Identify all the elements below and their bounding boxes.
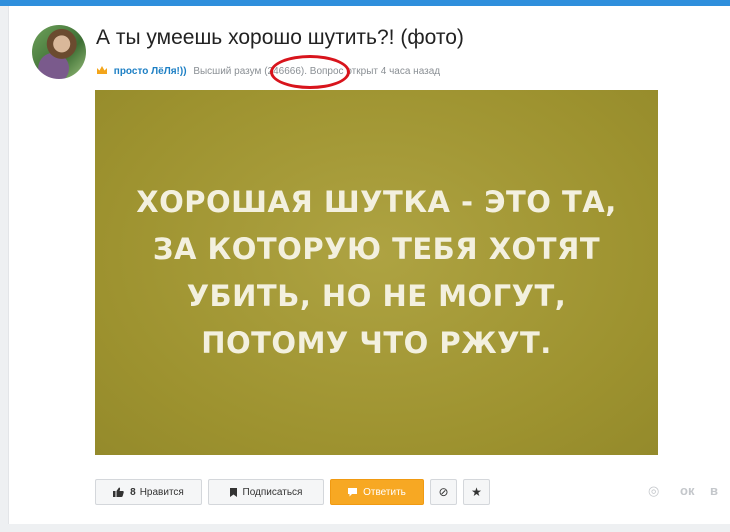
favorite-button[interactable]: ★	[463, 479, 490, 505]
like-button[interactable]: 8 Нравится	[95, 479, 202, 505]
answer-button[interactable]: Ответить	[330, 479, 424, 505]
star-icon: ★	[471, 485, 482, 499]
hide-button[interactable]: ⊘	[430, 479, 457, 505]
share-odnoklassniki-icon[interactable]: ок	[680, 483, 694, 498]
red-annotation-circle	[270, 55, 350, 89]
photo-text-line: ПОТОМУ ЧТО РЖУТ.	[201, 325, 552, 360]
thumbs-up-icon	[113, 487, 124, 497]
like-count: 8	[130, 486, 136, 498]
crown-icon	[97, 66, 107, 74]
bookmark-icon	[229, 487, 237, 497]
page-bottom-strip	[0, 524, 730, 532]
question-photo[interactable]: ХОРОШАЯ ШУТКА - ЭТО ТА, ЗА КОТОРУЮ ТЕБЯ …	[95, 90, 658, 455]
share-vk-icon[interactable]: в	[710, 483, 718, 498]
like-label: Нравится	[139, 486, 184, 498]
subscribe-button[interactable]: Подписаться	[208, 479, 324, 505]
avatar[interactable]	[32, 25, 86, 79]
answer-label: Ответить	[363, 486, 406, 498]
speech-bubble-icon	[348, 487, 358, 496]
photo-text-line: ХОРОШАЯ ШУТКА - ЭТО ТА,	[136, 184, 617, 219]
author-link[interactable]: просто ЛёЛя!))	[114, 66, 187, 77]
photo-text-line: УБИТЬ, НО НЕ МОГУТ,	[186, 278, 567, 313]
block-icon: ⊘	[438, 485, 449, 499]
question-meta: просто ЛёЛя!)) Высший разум (246666). Во…	[96, 65, 440, 77]
photo-text-line: ЗА КОТОРУЮ ТЕБЯ ХОТЯТ	[152, 231, 601, 266]
author-rank: Высший разум	[193, 66, 262, 77]
question-title: А ты умеешь хорошо шутить?! (фото)	[96, 26, 464, 49]
subscribe-label: Подписаться	[242, 486, 303, 498]
share-mail-icon[interactable]: ◎	[648, 483, 659, 499]
